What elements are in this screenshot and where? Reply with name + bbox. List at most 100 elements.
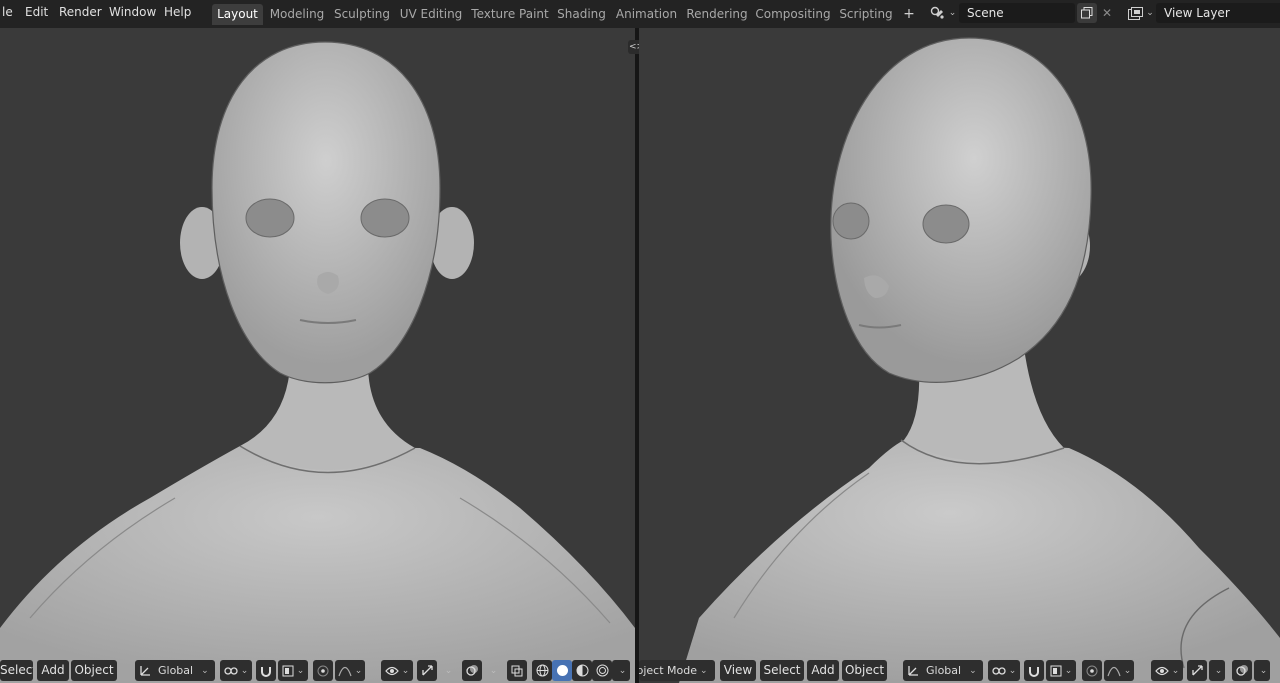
material-sphere-icon [576, 664, 589, 677]
pivot-point-dropdown[interactable]: ⌄ [988, 660, 1020, 681]
overlays-dropdown[interactable]: ⌄ [1254, 660, 1270, 681]
gizmo-toggle[interactable] [1187, 660, 1207, 681]
chevron-down-icon: ⌄ [700, 665, 708, 676]
tab-compositing[interactable]: Compositing [755, 4, 831, 25]
menu-edit[interactable]: Edit [25, 5, 48, 19]
overlays-toggle[interactable] [462, 660, 482, 681]
pivot-point-dropdown[interactable]: ⌄ [220, 660, 252, 681]
tab-sculpting[interactable]: Sculpting [332, 4, 392, 25]
mode-dropdown[interactable]: Object Mode ⌄ [639, 660, 715, 681]
chevron-down-icon: ⌄ [618, 665, 627, 676]
overlays-toggle[interactable] [1232, 660, 1252, 681]
tab-animation[interactable]: Animation [614, 4, 679, 25]
snap-increment-icon [282, 665, 294, 677]
overlays-dropdown[interactable]: ⌄ [484, 660, 500, 681]
chevron-down-icon: ⌄ [1064, 665, 1073, 676]
chevron-down-icon: ⌄ [948, 8, 957, 18]
proportional-editing-toggle[interactable] [313, 660, 333, 681]
tab-rendering[interactable]: Rendering [685, 4, 749, 25]
tab-scripting[interactable]: Scripting [837, 4, 895, 25]
tab-modeling[interactable]: Modeling [267, 4, 327, 25]
view-menu[interactable]: View [720, 660, 756, 681]
shading-rendered-button[interactable] [592, 660, 612, 681]
tab-uv-editing[interactable]: UV Editing [398, 4, 464, 25]
transform-orientation-dropdown[interactable]: Global ⌄ [135, 660, 215, 681]
mode-label: Object Mode [639, 664, 697, 677]
overlays-icon [1235, 664, 1249, 677]
menu-render[interactable]: Render [59, 5, 102, 19]
proportional-falloff-dropdown[interactable]: ⌄ [1104, 660, 1134, 681]
viewport-perspective[interactable] [639, 28, 1280, 683]
gizmo-dropdown[interactable]: ⌄ [439, 660, 455, 681]
select-menu[interactable]: Select [760, 660, 804, 681]
chevron-down-icon: ⌄ [401, 665, 410, 676]
proportional-editing-icon [317, 665, 329, 677]
chevron-down-icon: ⌄ [1008, 665, 1017, 676]
add-menu[interactable]: Add [807, 660, 839, 681]
falloff-curve-icon [338, 665, 352, 677]
proportional-editing-icon [1086, 665, 1098, 677]
top-bar: le Edit Render Window Help Layout Modeli… [0, 0, 1280, 28]
wireframe-sphere-icon [536, 664, 549, 677]
view-layer-selector-button[interactable]: ⌄ [1126, 3, 1156, 23]
front-view-model [0, 41, 635, 683]
view-layer-name-field[interactable]: View Layer [1156, 3, 1280, 23]
snap-toggle[interactable] [1024, 660, 1044, 681]
perspective-view-model [679, 37, 1280, 683]
scene-selector-button[interactable]: ⌄ [928, 3, 958, 23]
xray-toggle[interactable] [507, 660, 527, 681]
tab-texture-paint[interactable]: Texture Paint [470, 4, 550, 25]
chevron-down-icon: ⌄ [354, 665, 363, 676]
chevron-down-icon: ⌄ [296, 665, 305, 676]
menu-file[interactable]: le [2, 5, 13, 19]
close-icon: ✕ [1101, 6, 1113, 20]
gizmo-icon [1191, 664, 1204, 677]
object-menu[interactable]: Object [71, 660, 117, 681]
snap-increment-icon [1050, 665, 1062, 677]
proportional-falloff-dropdown[interactable]: ⌄ [335, 660, 365, 681]
scene-name-field[interactable]: Scene [959, 3, 1075, 23]
magnet-icon [260, 665, 272, 677]
menu-window[interactable]: Window [109, 5, 156, 19]
viewport-front[interactable] [0, 28, 635, 683]
visibility-dropdown[interactable]: ⌄ [1151, 660, 1183, 681]
chevron-down-icon: ⌄ [489, 665, 498, 676]
menu-help[interactable]: Help [164, 5, 191, 19]
xray-icon [511, 665, 523, 677]
overlays-icon [465, 664, 479, 677]
shading-solid-button[interactable] [552, 660, 572, 681]
visibility-dropdown[interactable]: ⌄ [381, 660, 413, 681]
chevron-down-icon: ⌄ [240, 665, 249, 676]
orientation-axes-icon [139, 664, 152, 677]
shading-dropdown[interactable]: ⌄ [612, 660, 630, 681]
select-menu[interactable]: Select [0, 660, 33, 681]
solid-sphere-icon [556, 664, 569, 677]
add-workspace-button[interactable]: + [900, 4, 918, 25]
right-viewport-header: Object Mode ⌄ View Select Add Object Glo… [639, 659, 1280, 683]
snap-target-dropdown[interactable]: ⌄ [278, 660, 308, 681]
gizmo-dropdown[interactable]: ⌄ [1209, 660, 1225, 681]
transform-orientation-dropdown[interactable]: Global ⌄ [903, 660, 983, 681]
delete-scene-button[interactable]: ✕ [1098, 3, 1116, 23]
orientation-axes-icon [907, 664, 920, 677]
tab-layout[interactable]: Layout [212, 4, 263, 25]
snap-toggle[interactable] [256, 660, 276, 681]
object-menu[interactable]: Object [842, 660, 887, 681]
pivot-icon [992, 665, 1006, 677]
new-scene-button[interactable] [1077, 3, 1097, 23]
rendered-sphere-icon [596, 664, 609, 677]
gizmo-toggle[interactable] [417, 660, 437, 681]
snap-target-dropdown[interactable]: ⌄ [1046, 660, 1076, 681]
proportional-editing-toggle[interactable] [1082, 660, 1102, 681]
left-viewport-header: Select Add Object Global ⌄ ⌄ ⌄ ⌄ [0, 659, 635, 683]
falloff-curve-icon [1107, 665, 1121, 677]
eye-icon [1154, 666, 1169, 676]
shading-wireframe-button[interactable] [532, 660, 552, 681]
chevron-down-icon: ⌄ [1214, 665, 1223, 676]
gizmo-icon [421, 664, 434, 677]
tab-shading[interactable]: Shading [555, 4, 608, 25]
shading-material-button[interactable] [572, 660, 592, 681]
add-menu[interactable]: Add [37, 660, 69, 681]
chevron-down-icon: ⌄ [444, 665, 453, 676]
chevron-down-icon: ⌄ [1259, 665, 1268, 676]
